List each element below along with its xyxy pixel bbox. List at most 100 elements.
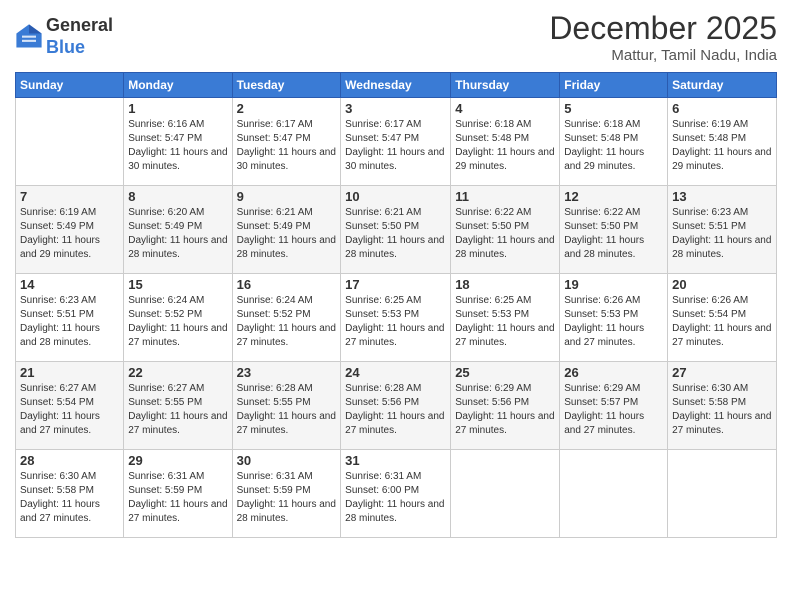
day-info: Sunrise: 6:18 AMSunset: 5:48 PMDaylight:…: [564, 118, 663, 174]
table-row: 8Sunrise: 6:20 AMSunset: 5:49 PMDaylight…: [124, 186, 232, 274]
day-number: 20: [672, 277, 772, 292]
table-row: 3 Sunrise: 6:17 AMSunset: 5:47 PMDaylight…: [341, 98, 451, 186]
table-row: 25Sunrise: 6:29 AMSunset: 5:56 PMDayligh…: [451, 362, 560, 450]
day-number: 7: [20, 189, 119, 204]
table-row: 10Sunrise: 6:21 AMSunset: 5:50 PMDayligh…: [341, 186, 451, 274]
day-info: Sunrise: 6:23 AMSunset: 5:51 PMDaylight:…: [20, 294, 119, 350]
day-number: 26: [564, 365, 663, 380]
day-info: Sunrise: 6:25 AMSunset: 5:53 PMDaylight:…: [345, 294, 446, 350]
header: General Blue December 2025 Mattur, Tamil…: [15, 10, 777, 64]
day-number: 27: [672, 365, 772, 380]
day-info: Sunrise: 6:21 AMSunset: 5:49 PMDaylight:…: [237, 206, 337, 262]
day-number: 31: [345, 453, 446, 468]
table-row: 30 Sunrise: 6:31 AMSunset: 5:59 PMDayligh…: [232, 450, 341, 538]
header-monday: Monday: [124, 73, 232, 98]
table-row: 7 Sunrise: 6:19 AMSunset: 5:49 PMDaylight…: [16, 186, 124, 274]
table-row: 1 Sunrise: 6:16 AMSunset: 5:47 PMDaylight…: [124, 98, 232, 186]
day-number: 16: [237, 277, 337, 292]
day-info: Sunrise: 6:31 AMSunset: 5:59 PMDaylight:…: [128, 470, 227, 526]
day-info: Sunrise: 6:27 AMSunset: 5:55 PMDaylight:…: [128, 382, 227, 438]
day-info: Sunrise: 6:26 AMSunset: 5:53 PMDaylight:…: [564, 294, 663, 350]
table-row: 29 Sunrise: 6:31 AMSunset: 5:59 PMDayligh…: [124, 450, 232, 538]
calendar-week-row: 28 Sunrise: 6:30 AMSunset: 5:58 PMDayligh…: [16, 450, 777, 538]
day-number: 22: [128, 365, 227, 380]
logo-blue: Blue: [46, 37, 85, 57]
calendar-week-row: 21 Sunrise: 6:27 AMSunset: 5:54 PMDayligh…: [16, 362, 777, 450]
table-row: 11Sunrise: 6:22 AMSunset: 5:50 PMDayligh…: [451, 186, 560, 274]
table-row: 5 Sunrise: 6:18 AMSunset: 5:48 PMDaylight…: [560, 98, 668, 186]
day-number: 29: [128, 453, 227, 468]
table-row: [668, 450, 777, 538]
header-wednesday: Wednesday: [341, 73, 451, 98]
day-number: 2: [237, 101, 337, 116]
day-number: 18: [455, 277, 555, 292]
day-number: 4: [455, 101, 555, 116]
day-info: Sunrise: 6:18 AMSunset: 5:48 PMDaylight:…: [455, 118, 555, 174]
table-row: 9Sunrise: 6:21 AMSunset: 5:49 PMDaylight…: [232, 186, 341, 274]
table-row: [560, 450, 668, 538]
day-info: Sunrise: 6:17 AMSunset: 5:47 PMDaylight:…: [345, 118, 446, 174]
day-number: 14: [20, 277, 119, 292]
table-row: 4 Sunrise: 6:18 AMSunset: 5:48 PMDaylight…: [451, 98, 560, 186]
logo: General Blue: [15, 15, 113, 58]
table-row: 6 Sunrise: 6:19 AMSunset: 5:48 PMDaylight…: [668, 98, 777, 186]
logo-icon: [15, 23, 43, 51]
day-number: 17: [345, 277, 446, 292]
day-number: 23: [237, 365, 337, 380]
title-area: December 2025 Mattur, Tamil Nadu, India: [549, 10, 777, 64]
day-info: Sunrise: 6:31 AMSunset: 6:00 PMDaylight:…: [345, 470, 446, 526]
day-number: 24: [345, 365, 446, 380]
day-number: 3: [345, 101, 446, 116]
table-row: 24Sunrise: 6:28 AMSunset: 5:56 PMDayligh…: [341, 362, 451, 450]
day-info: Sunrise: 6:27 AMSunset: 5:54 PMDaylight:…: [20, 382, 119, 438]
header-saturday: Saturday: [668, 73, 777, 98]
logo-text: General Blue: [46, 15, 113, 58]
table-row: 22 Sunrise: 6:27 AMSunset: 5:55 PMDayligh…: [124, 362, 232, 450]
header-thursday: Thursday: [451, 73, 560, 98]
table-row: [451, 450, 560, 538]
header-sunday: Sunday: [16, 73, 124, 98]
day-info: Sunrise: 6:25 AMSunset: 5:53 PMDaylight:…: [455, 294, 555, 350]
table-row: [16, 98, 124, 186]
day-info: Sunrise: 6:16 AMSunset: 5:47 PMDaylight:…: [128, 118, 227, 174]
day-info: Sunrise: 6:24 AMSunset: 5:52 PMDaylight:…: [237, 294, 337, 350]
header-tuesday: Tuesday: [232, 73, 341, 98]
day-number: 15: [128, 277, 227, 292]
table-row: 20 Sunrise: 6:26 AMSunset: 5:54 PMDayligh…: [668, 274, 777, 362]
table-row: 27 Sunrise: 6:30 AMSunset: 5:58 PMDayligh…: [668, 362, 777, 450]
table-row: 19 Sunrise: 6:26 AMSunset: 5:53 PMDayligh…: [560, 274, 668, 362]
day-number: 28: [20, 453, 119, 468]
day-info: Sunrise: 6:19 AMSunset: 5:49 PMDaylight:…: [20, 206, 119, 262]
day-info: Sunrise: 6:17 AMSunset: 5:47 PMDaylight:…: [237, 118, 337, 174]
table-row: 16 Sunrise: 6:24 AMSunset: 5:52 PMDayligh…: [232, 274, 341, 362]
table-row: 12Sunrise: 6:22 AMSunset: 5:50 PMDayligh…: [560, 186, 668, 274]
day-number: 19: [564, 277, 663, 292]
table-row: 2 Sunrise: 6:17 AMSunset: 5:47 PMDaylight…: [232, 98, 341, 186]
table-row: 13Sunrise: 6:23 AMSunset: 5:51 PMDayligh…: [668, 186, 777, 274]
day-number: 30: [237, 453, 337, 468]
day-info: Sunrise: 6:26 AMSunset: 5:54 PMDaylight:…: [672, 294, 772, 350]
day-info: Sunrise: 6:30 AMSunset: 5:58 PMDaylight:…: [20, 470, 119, 526]
day-number: 25: [455, 365, 555, 380]
day-info: Sunrise: 6:20 AMSunset: 5:49 PMDaylight:…: [128, 206, 227, 262]
table-row: 23 Sunrise: 6:28 AMSunset: 5:55 PMDayligh…: [232, 362, 341, 450]
day-number: 1: [128, 101, 227, 116]
day-info: Sunrise: 6:31 AMSunset: 5:59 PMDaylight:…: [237, 470, 337, 526]
table-row: 17 Sunrise: 6:25 AMSunset: 5:53 PMDayligh…: [341, 274, 451, 362]
calendar-week-row: 14 Sunrise: 6:23 AMSunset: 5:51 PMDayligh…: [16, 274, 777, 362]
days-header-row: Sunday Monday Tuesday Wednesday Thursday…: [16, 73, 777, 98]
calendar: Sunday Monday Tuesday Wednesday Thursday…: [15, 72, 777, 538]
page-container: General Blue December 2025 Mattur, Tamil…: [0, 0, 792, 612]
day-info: Sunrise: 6:28 AMSunset: 5:55 PMDaylight:…: [237, 382, 337, 438]
day-info: Sunrise: 6:29 AMSunset: 5:57 PMDaylight:…: [564, 382, 663, 438]
table-row: 31 Sunrise: 6:31 AMSunset: 6:00 PMDayligh…: [341, 450, 451, 538]
day-number: 21: [20, 365, 119, 380]
location: Mattur, Tamil Nadu, India: [549, 47, 777, 64]
day-number: 5: [564, 101, 663, 116]
day-number: 6: [672, 101, 772, 116]
table-row: 21 Sunrise: 6:27 AMSunset: 5:54 PMDayligh…: [16, 362, 124, 450]
day-info: Sunrise: 6:22 AMSunset: 5:50 PMDaylight:…: [564, 206, 663, 262]
day-number: 13: [672, 189, 772, 204]
day-info: Sunrise: 6:19 AMSunset: 5:48 PMDaylight:…: [672, 118, 772, 174]
day-info: Sunrise: 6:30 AMSunset: 5:58 PMDaylight:…: [672, 382, 772, 438]
